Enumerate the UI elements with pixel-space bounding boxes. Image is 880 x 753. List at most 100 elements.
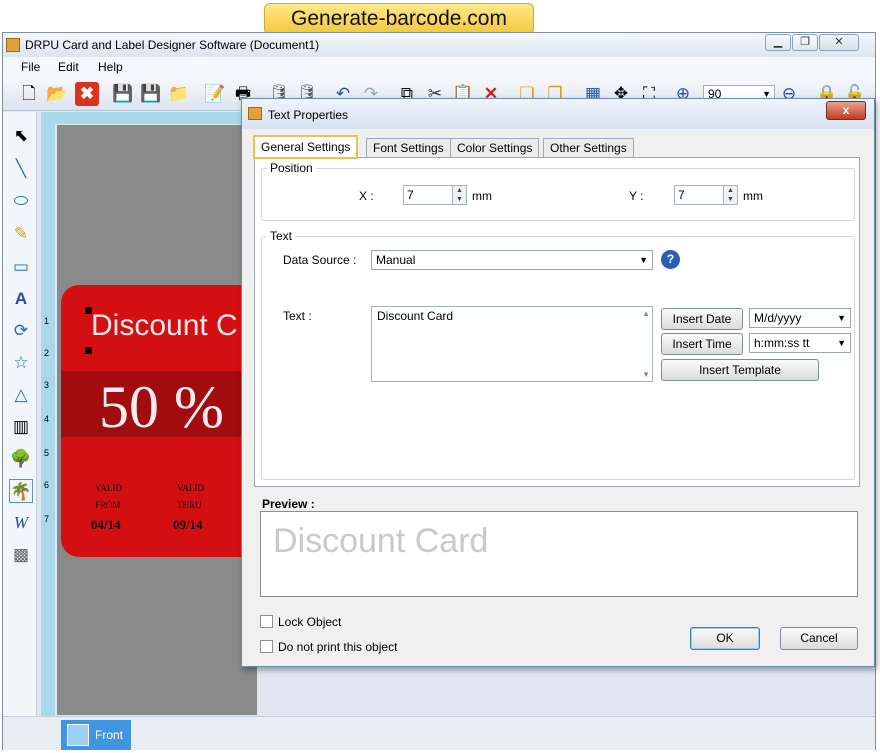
save-as-icon[interactable]: 💾 (139, 82, 163, 106)
ruler-mark: 3 (44, 380, 50, 390)
new-icon[interactable]: 🗋 (17, 82, 41, 106)
curve-tool-icon[interactable]: ⟳ (9, 319, 33, 343)
x-unit: mm (472, 189, 492, 203)
close-window-button[interactable]: ✕ (819, 34, 859, 51)
tab-font-settings[interactable]: Font Settings (366, 138, 451, 158)
close-doc-icon[interactable]: ✖ (75, 82, 99, 106)
valid-from-label-2[interactable]: FROM (95, 500, 121, 510)
export-icon[interactable]: 📁 (167, 82, 191, 106)
page-icon (67, 724, 89, 746)
y-spinner[interactable]: 7 ▲ ▼ (674, 185, 738, 205)
watermark-tool-icon[interactable]: ▩ (9, 543, 33, 567)
spin-up-icon[interactable]: ▲ (723, 186, 737, 195)
lock-object-checkbox[interactable] (260, 615, 273, 628)
data-source-value: Manual (376, 253, 416, 267)
ruler-mark: 5 (44, 448, 50, 458)
x-label: X : (359, 189, 374, 203)
y-unit: mm (743, 189, 763, 203)
dialog-title: Text Properties (268, 108, 349, 122)
image-tool-icon[interactable]: 🌳 (9, 447, 33, 471)
insert-time-button[interactable]: Insert Time (661, 333, 743, 355)
valid-thru-label-2[interactable]: THRU (177, 500, 202, 510)
rectangle-tool-icon[interactable]: ▭ (9, 255, 33, 279)
spin-down-icon[interactable]: ▼ (723, 195, 737, 204)
y-label: Y : (629, 189, 644, 203)
help-icon[interactable]: ? (661, 250, 680, 269)
preview-box: Discount Card (260, 511, 858, 597)
y-value: 7 (678, 188, 685, 202)
restore-button[interactable]: ❐ (792, 34, 818, 51)
card-percent-text[interactable]: 50 % (99, 373, 224, 442)
valid-thru-date[interactable]: 09/14 (173, 517, 203, 533)
ruler-mark: 1 (44, 316, 50, 326)
image-library-icon[interactable]: 🌴 (9, 479, 33, 503)
date-format-select[interactable]: M/d/yyyy ▼ (749, 308, 851, 328)
x-value: 7 (407, 188, 414, 202)
select-tool-icon[interactable]: ⬉ (9, 124, 33, 148)
save-icon[interactable]: 💾 (111, 82, 135, 106)
horizontal-ruler (55, 112, 255, 124)
ruler-mark: 4 (44, 414, 50, 424)
lock-object-label: Lock Object (278, 615, 342, 629)
preview-text: Discount Card (273, 522, 489, 560)
text-label: Text : (283, 309, 312, 323)
tab-color-settings[interactable]: Color Settings (450, 138, 540, 158)
spin-down-icon[interactable]: ▼ (452, 195, 466, 204)
position-group-title: Position (267, 161, 316, 175)
dialog-close-button[interactable]: x (826, 101, 866, 120)
website-banner: Generate-barcode.com (264, 3, 534, 35)
menu-help[interactable]: Help (98, 60, 123, 74)
line-tool-icon[interactable]: ╲ (9, 157, 33, 181)
front-tab-label: Front (95, 728, 124, 742)
scroll-up-icon[interactable]: ▲ (642, 309, 650, 318)
ok-button[interactable]: OK (690, 627, 760, 650)
text-tool-icon[interactable]: A (9, 287, 33, 311)
wordart-tool-icon[interactable]: W (9, 511, 33, 535)
tab-other-settings[interactable]: Other Settings (543, 138, 634, 158)
menu-bar: File Edit Help (3, 57, 875, 77)
data-source-select[interactable]: Manual ▼ (371, 250, 653, 270)
minimize-button[interactable]: ▁ (765, 34, 791, 51)
ruler-mark: 6 (44, 480, 50, 490)
insert-template-button[interactable]: Insert Template (661, 359, 819, 381)
card-title-text[interactable]: Discount C (91, 309, 238, 343)
close-icon: x (842, 103, 850, 117)
dialog-title-bar: Text Properties x (242, 99, 874, 129)
ruler-mark: 7 (44, 514, 50, 524)
menu-edit[interactable]: Edit (58, 60, 79, 74)
front-page-tab[interactable]: Front (61, 720, 131, 750)
scroll-down-icon[interactable]: ▼ (642, 370, 650, 379)
position-group (261, 168, 855, 221)
barcode-tool-icon[interactable]: ▥ (9, 415, 33, 439)
text-group-title: Text (267, 229, 296, 243)
tab-general-settings[interactable]: General Settings (253, 135, 359, 159)
insert-date-button[interactable]: Insert Date (661, 308, 743, 330)
window-title: DRPU Card and Label Designer Software (D… (25, 38, 320, 52)
preview-label: Preview : (262, 497, 315, 511)
discount-card[interactable]: Discount C 50 % VALID FROM 04/14 VALID T… (61, 285, 261, 557)
drawing-toolbox: ⬉ ╲ ⬭ ✎ ▭ A ⟳ ☆ △ ▥ 🌳 🌴 W ▩ (3, 112, 37, 716)
selection-handle[interactable] (85, 347, 92, 354)
text-input[interactable]: Discount Card ▲ ▼ (371, 306, 653, 382)
no-print-checkbox[interactable] (260, 640, 273, 653)
valid-from-label[interactable]: VALID (95, 483, 122, 493)
spin-up-icon[interactable]: ▲ (452, 186, 466, 195)
no-print-label: Do not print this object (278, 640, 398, 654)
title-bar: DRPU Card and Label Designer Software (D… (3, 33, 875, 57)
star-tool-icon[interactable]: ☆ (9, 351, 33, 375)
cancel-button[interactable]: Cancel (780, 627, 858, 650)
open-icon[interactable]: 📂 (45, 82, 69, 106)
x-spinner[interactable]: 7 ▲ ▼ (403, 185, 467, 205)
pencil-tool-icon[interactable]: ✎ (9, 222, 33, 246)
app-icon (6, 38, 20, 52)
valid-from-date[interactable]: 04/14 (91, 517, 121, 533)
menu-file[interactable]: File (21, 60, 40, 74)
time-format-select[interactable]: h:mm:ss tt ▼ (749, 333, 851, 353)
page-tabs-bar: Front (3, 716, 875, 750)
edit-icon[interactable]: 📝 (203, 82, 227, 106)
valid-thru-label[interactable]: VALID (177, 483, 204, 493)
vertical-ruler: 1 2 3 4 5 6 7 (41, 112, 55, 716)
date-format-value: M/d/yyyy (754, 311, 802, 325)
ellipse-tool-icon[interactable]: ⬭ (9, 189, 33, 213)
triangle-tool-icon[interactable]: △ (9, 383, 33, 407)
